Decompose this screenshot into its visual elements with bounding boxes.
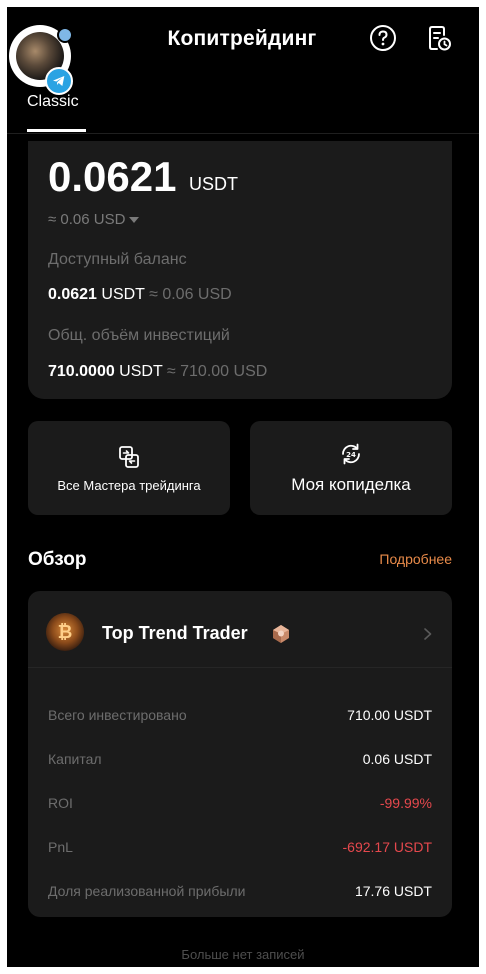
overview-title: Обзор: [28, 549, 87, 570]
trader-avatar: ₿: [46, 613, 84, 651]
page-title: Копитрейдинг: [167, 27, 317, 50]
stat-row-pnl: PnL -692.17 USDT: [48, 839, 432, 861]
telegram-icon: [45, 67, 73, 95]
invest-approx: ≈ 710.00 USD: [162, 363, 268, 380]
stat-label: PnL: [48, 839, 73, 855]
stat-row-capital: Капитал 0.06 USDT: [48, 751, 432, 773]
header-divider: [7, 133, 479, 134]
all-masters-label: Все Мастера трейдинга: [57, 477, 201, 493]
balance-approx-text: ≈ 0.06 USD: [48, 211, 126, 228]
total-investment-value: 710.0000 USDT ≈ 710.00 USD: [48, 363, 267, 381]
total-balance-amount: 0.0621: [48, 153, 177, 200]
stat-value: 0.06 USDT: [362, 751, 432, 767]
stat-label: Доля реализованной прибыли: [48, 883, 246, 899]
invest-amount: 710.0000: [48, 363, 115, 380]
copy-cycle-icon: 24: [342, 443, 360, 465]
stat-value: -692.17 USDT: [342, 839, 432, 855]
stat-value: 17.76 USDT: [354, 883, 432, 899]
order-history-icon[interactable]: [424, 23, 454, 53]
trader-card[interactable]: ₿ Top Trend Trader Всего инвестировано 7…: [28, 591, 452, 917]
header: Копитрейдинг Classic: [7, 7, 479, 135]
available-balance-value: 0.0621 USDT ≈ 0.06 USD: [48, 286, 232, 304]
no-more-records-note: Больше нет записей: [181, 947, 305, 962]
chevron-right-icon: [424, 628, 432, 640]
all-masters-button[interactable]: Все Мастера трейдинга: [28, 421, 230, 515]
trader-card-divider: [28, 667, 452, 668]
profile-avatar[interactable]: [9, 25, 73, 95]
tab-active-indicator: [27, 129, 86, 132]
trader-name: Top Trend Trader: [102, 623, 248, 643]
available-amount: 0.0621: [48, 286, 97, 303]
available-balance-label: Доступный баланс: [48, 251, 187, 268]
stat-label: Всего инвестировано: [48, 707, 187, 723]
caret-down-icon: [129, 217, 140, 224]
swap-icon: [119, 445, 139, 468]
stat-label: Капитал: [48, 751, 102, 767]
invest-unit: USDT: [114, 363, 163, 380]
stat-row-roi: ROI -99.99%: [48, 795, 432, 817]
notification-dot: [57, 27, 73, 43]
my-copytrade-button[interactable]: 24 Моя копиделка: [250, 421, 452, 515]
svg-text:24: 24: [346, 451, 356, 459]
overview-more-link[interactable]: Подробнее: [379, 551, 452, 567]
help-circle-icon[interactable]: [368, 23, 398, 53]
gem-badge-icon: [273, 625, 289, 643]
stat-row-total-invested: Всего инвестировано 710.00 USDT: [48, 707, 432, 729]
stat-label: ROI: [48, 795, 73, 811]
tab-classic[interactable]: Classic: [27, 93, 79, 111]
available-unit: USDT: [96, 286, 145, 303]
stat-row-realized-profit: Доля реализованной прибыли 17.76 USDT: [48, 883, 432, 905]
balance-approx-usd[interactable]: ≈ 0.06 USD: [48, 211, 140, 228]
balance-card: 0.0621 USDT ≈ 0.06 USD Доступный баланс …: [28, 141, 452, 399]
total-balance-unit: USDT: [189, 174, 238, 194]
my-copytrade-label: Моя копиделка: [291, 475, 411, 494]
stat-value: -99.99%: [379, 795, 432, 811]
app-screen: Копитрейдинг Classic 0.0621 USDT ≈ 0.06 …: [7, 7, 479, 967]
stat-value: 710.00 USDT: [347, 707, 432, 723]
total-investment-label: Общ. объём инвестиций: [48, 327, 230, 344]
available-approx: ≈ 0.06 USD: [144, 286, 232, 303]
